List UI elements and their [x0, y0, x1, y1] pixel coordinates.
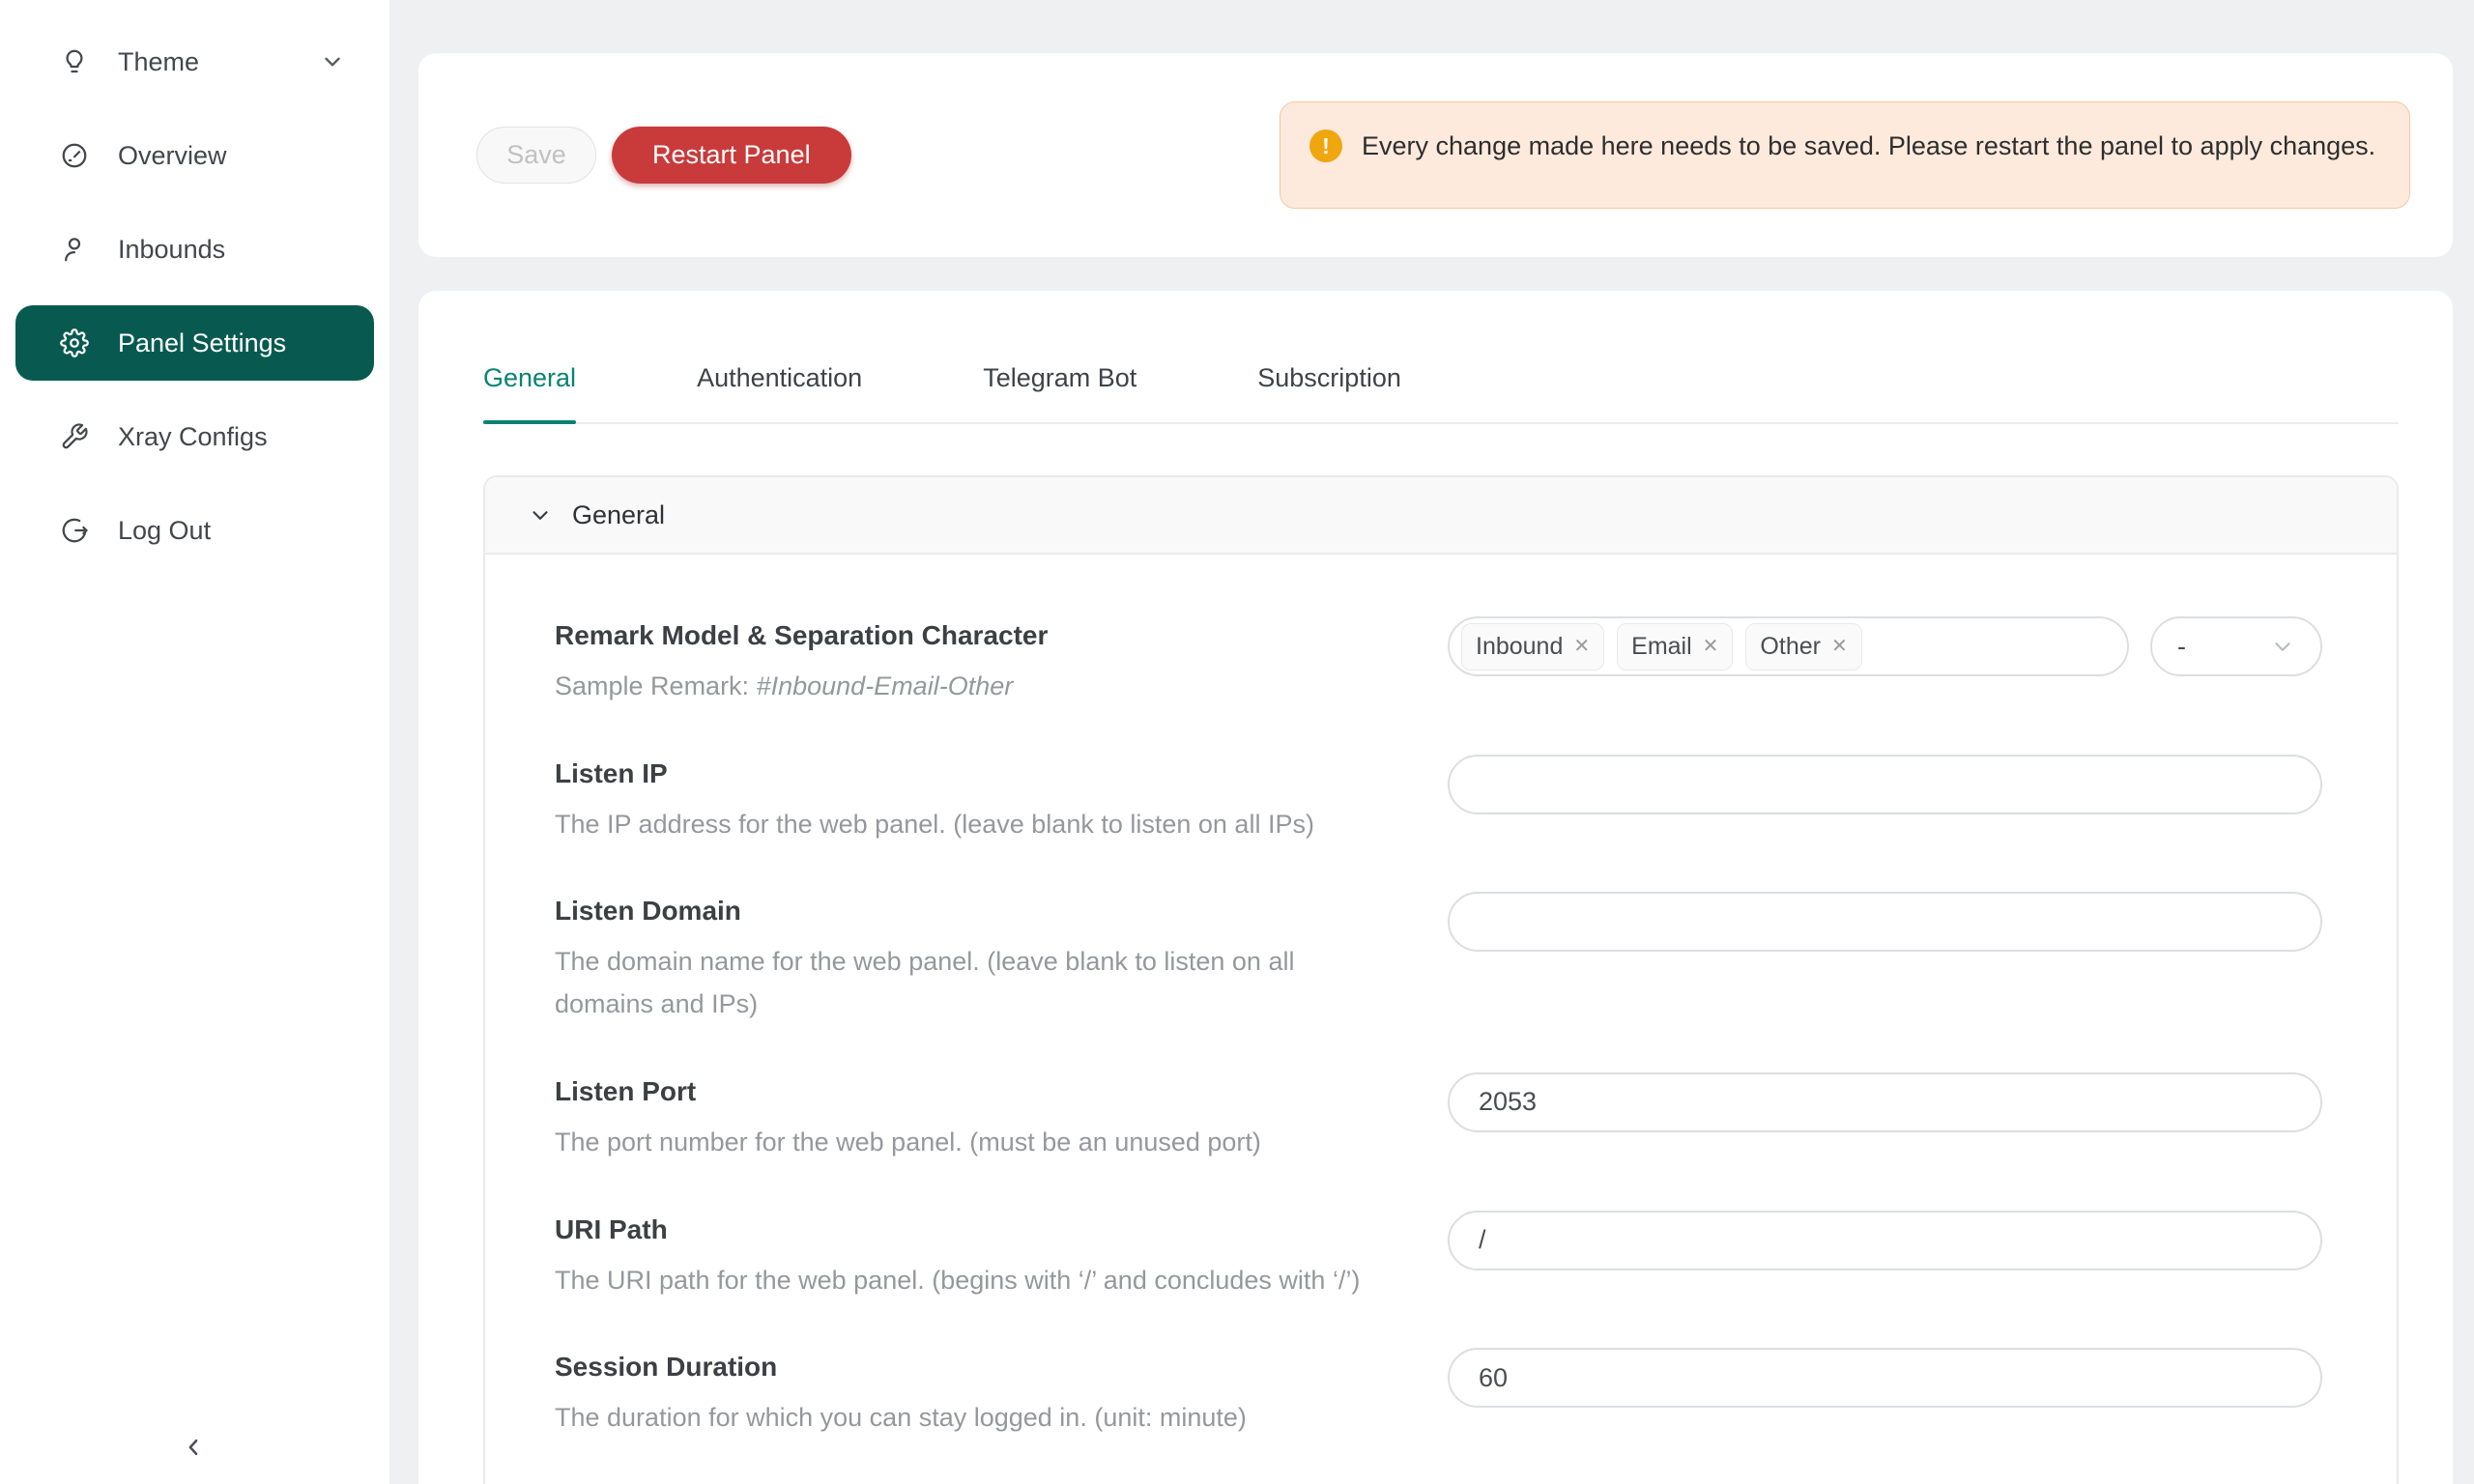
form-row-listen-ip: Listen IP The IP address for the web pan… [555, 755, 2322, 846]
sidebar-item-panel-settings[interactable]: Panel Settings [15, 305, 374, 381]
sidebar-item-label: Panel Settings [118, 328, 286, 358]
field-hint: The URI path for the web panel. (begins … [555, 1260, 1360, 1302]
field-hint: The domain name for the web panel. (leav… [555, 941, 1386, 1025]
sidebar-item-inbounds[interactable]: Inbounds [15, 212, 374, 287]
chevron-down-icon [320, 49, 345, 74]
form-row-listen-port: Listen Port The port number for the web … [555, 1072, 2322, 1164]
tag-label: Other [1760, 633, 1821, 661]
tag-inbound[interactable]: Inbound ✕ [1461, 623, 1604, 671]
uri-path-input[interactable] [1448, 1211, 2322, 1270]
logout-icon [60, 516, 89, 545]
gear-icon [60, 328, 89, 357]
sidebar-item-label: Theme [118, 47, 199, 77]
lightbulb-icon [60, 47, 89, 76]
form-row-remark-model: Remark Model & Separation Character Samp… [555, 616, 2322, 708]
close-icon[interactable]: ✕ [1831, 637, 1848, 656]
sidebar-collapse-button[interactable] [166, 1424, 220, 1470]
field-label: Listen Domain [555, 896, 1386, 927]
field-hint: The duration for which you can stay logg… [555, 1397, 1247, 1440]
sidebar-item-label: Log Out [118, 516, 211, 546]
form-row-uri-path: URI Path The URI path for the web panel.… [555, 1211, 2322, 1302]
settings-tabs: General Authentication Telegram Bot Subs… [483, 363, 2399, 424]
sidebar: Theme Overview Inbounds Panel Settings X… [0, 0, 389, 1484]
field-hint: The port number for the web panel. (must… [555, 1122, 1261, 1164]
sidebar-item-overview[interactable]: Overview [15, 118, 374, 193]
field-label: Listen Port [555, 1076, 1261, 1107]
sidebar-item-theme[interactable]: Theme [15, 24, 374, 100]
tab-telegram-bot[interactable]: Telegram Bot [983, 363, 1136, 422]
close-icon[interactable]: ✕ [1573, 637, 1590, 656]
sidebar-item-xray-configs[interactable]: Xray Configs [15, 399, 374, 474]
field-label: Listen IP [555, 758, 1314, 789]
close-icon[interactable]: ✕ [1703, 637, 1719, 656]
warning-alert: ! Every change made here needs to be sav… [1280, 101, 2410, 209]
action-buttons: Save Restart Panel [476, 127, 851, 184]
wrench-icon [60, 422, 89, 451]
restart-panel-button[interactable]: Restart Panel [612, 127, 851, 184]
general-collapse-panel: General Remark Model & Separation Charac… [483, 475, 2399, 1484]
field-label: URI Path [555, 1214, 1360, 1245]
tab-authentication[interactable]: Authentication [697, 363, 862, 422]
actions-card: Save Restart Panel ! Every change made h… [418, 53, 2453, 257]
tag-label: Inbound [1476, 633, 1563, 661]
separator-select[interactable]: - [2150, 616, 2322, 676]
tab-subscription[interactable]: Subscription [1257, 363, 1401, 422]
chevron-down-icon [528, 502, 553, 528]
sample-remark-prefix: Sample Remark: [555, 671, 757, 700]
general-form: Remark Model & Separation Character Samp… [485, 555, 2397, 1484]
listen-ip-input[interactable] [1448, 755, 2322, 814]
field-hint: The IP address for the web panel. (leave… [555, 804, 1314, 846]
field-hint: Sample Remark: #Inbound-Email-Other [555, 666, 1048, 708]
sample-remark-value: #Inbound-Email-Other [757, 671, 1014, 700]
tag-email[interactable]: Email ✕ [1617, 623, 1733, 671]
section-title: General [572, 500, 665, 530]
sidebar-item-label: Overview [118, 141, 227, 171]
form-row-session-duration: Session Duration The duration for which … [555, 1348, 2322, 1440]
listen-port-input[interactable] [1448, 1072, 2322, 1132]
main-content: Save Restart Panel ! Every change made h… [389, 0, 2474, 1484]
field-label: Remark Model & Separation Character [555, 620, 1048, 651]
settings-card: General Authentication Telegram Bot Subs… [418, 291, 2453, 1484]
session-duration-input[interactable] [1448, 1348, 2322, 1408]
form-row-listen-domain: Listen Domain The domain name for the we… [555, 892, 2322, 1025]
separator-value: - [2177, 632, 2186, 662]
chevron-left-icon [179, 1433, 208, 1462]
field-label: Session Duration [555, 1352, 1247, 1383]
warning-alert-text: Every change made here needs to be saved… [1362, 127, 2375, 166]
listen-domain-input[interactable] [1448, 892, 2322, 952]
tag-other[interactable]: Other ✕ [1745, 623, 1861, 671]
save-button[interactable]: Save [476, 127, 596, 184]
sidebar-item-log-out[interactable]: Log Out [15, 493, 374, 568]
chevron-down-icon [2270, 634, 2295, 659]
tag-label: Email [1631, 633, 1692, 661]
general-collapse-header[interactable]: General [485, 477, 2397, 555]
remark-model-multiselect[interactable]: Inbound ✕ Email ✕ Other ✕ [1448, 616, 2129, 676]
user-icon [60, 235, 89, 264]
warning-icon: ! [1309, 129, 1342, 162]
sidebar-item-label: Xray Configs [118, 422, 268, 452]
dashboard-gauge-icon [60, 141, 89, 170]
sidebar-item-label: Inbounds [118, 235, 225, 265]
tab-general[interactable]: General [483, 363, 576, 422]
